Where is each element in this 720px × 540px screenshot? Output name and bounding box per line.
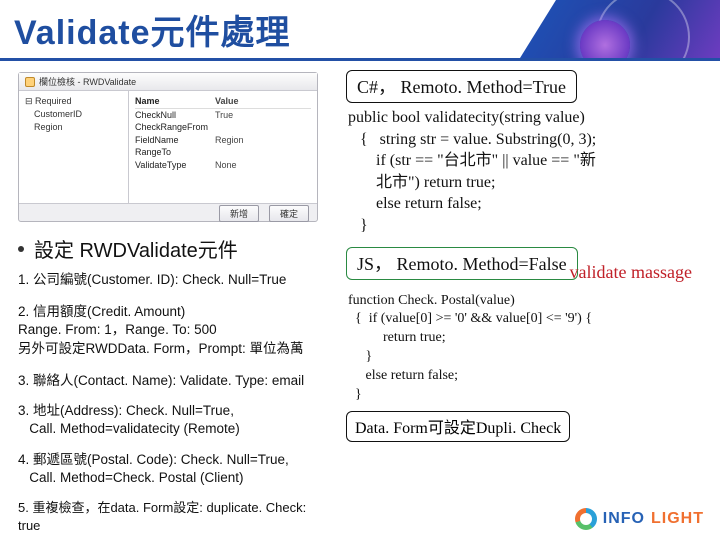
prop-name: FieldName	[135, 134, 205, 147]
logo-text-2: LIGHT	[651, 510, 704, 528]
code-csharp: public bool validatecity(string value) {…	[346, 107, 706, 237]
prop-value: True	[215, 109, 233, 122]
bullet-dot-icon	[18, 246, 24, 252]
item-3b: 3. 地址(Address): Check. Null=True, Call. …	[18, 402, 330, 438]
tree-item: Region	[25, 121, 122, 134]
title-underline	[0, 58, 720, 61]
item-3: 3. 聯絡人(Contact. Name): Validate. Type: e…	[18, 372, 330, 390]
prop-value: None	[215, 159, 237, 172]
bullet-text: 設定 RWDValidate元件	[34, 234, 238, 263]
item-line: 另外可設定RWDData. Form，Prompt: 單位為萬	[18, 340, 330, 358]
prop-name: CheckNull	[135, 109, 205, 122]
dialog-title: 欄位檢核 - RWDValidate	[39, 75, 136, 88]
slide-title: Validate元件處理	[14, 5, 291, 54]
tree-item: ⊟ Required	[25, 95, 122, 108]
item-line: 4. 郵遞區號(Postal. Code): Check. Null=True,	[18, 451, 330, 469]
tree-item: CustomerID	[25, 108, 122, 121]
item-4: 4. 郵遞區號(Postal. Code): Check. Null=True,…	[18, 451, 330, 487]
title-bar: Validate元件處理	[0, 0, 720, 58]
prop-name: CheckRangeFrom	[135, 121, 205, 134]
item-line: 3. 地址(Address): Check. Null=True,	[18, 402, 330, 420]
bullet-heading: 設定 RWDValidate元件	[18, 234, 330, 263]
prop-value: Region	[215, 134, 244, 147]
prop-name: ValidateType	[135, 159, 205, 172]
dialog-property-list: Name Value CheckNullTrue CheckRangeFrom …	[129, 91, 317, 203]
dialog-icon	[25, 77, 35, 87]
dialog-titlebar: 欄位檢核 - RWDValidate	[19, 73, 317, 91]
tag-js: JS， Remoto. Method=False	[346, 247, 578, 280]
item-line: 2. 信用額度(Credit. Amount)	[18, 303, 330, 321]
right-column: C#， Remoto. Method=True public bool vali…	[340, 66, 720, 540]
brand-logo: INFO LIGHT	[575, 508, 704, 530]
prop-name: RangeTo	[135, 146, 205, 159]
content-area: 欄位檢核 - RWDValidate ⊟ Required CustomerID…	[0, 66, 720, 540]
logo-text-1: INFO	[603, 510, 645, 528]
logo-mark-icon	[575, 508, 597, 530]
item-5: 5. 重複檢查，在data. Form設定: duplicate. Check:…	[18, 499, 330, 534]
item-line: Range. From: 1，Range. To: 500	[18, 321, 330, 339]
code-js: function Check. Postal(value) { if (valu…	[346, 292, 706, 405]
screenshot-dialog: 欄位檢核 - RWDValidate ⊟ Required CustomerID…	[18, 72, 318, 222]
dialog-add-button[interactable]: 新增	[219, 205, 259, 222]
tag-dataform: Data. Form可設定Dupli. Check	[346, 411, 570, 442]
item-2: 2. 信用額度(Credit. Amount) Range. From: 1，R…	[18, 303, 330, 358]
annotation-validate-massage: validate massage	[570, 262, 692, 283]
left-column: 欄位檢核 - RWDValidate ⊟ Required CustomerID…	[0, 66, 340, 540]
item-line: Call. Method=validatecity (Remote)	[18, 420, 330, 438]
dialog-ok-button[interactable]: 確定	[269, 205, 309, 222]
title-decor	[520, 0, 720, 58]
col-header: Name	[135, 95, 205, 108]
item-1: 1. 公司編號(Customer. ID): Check. Null=True	[18, 271, 330, 289]
tag-csharp: C#， Remoto. Method=True	[346, 70, 577, 103]
dialog-tree: ⊟ Required CustomerID Region	[19, 91, 129, 203]
col-header: Value	[215, 95, 239, 108]
item-line: Call. Method=Check. Postal (Client)	[18, 469, 330, 487]
